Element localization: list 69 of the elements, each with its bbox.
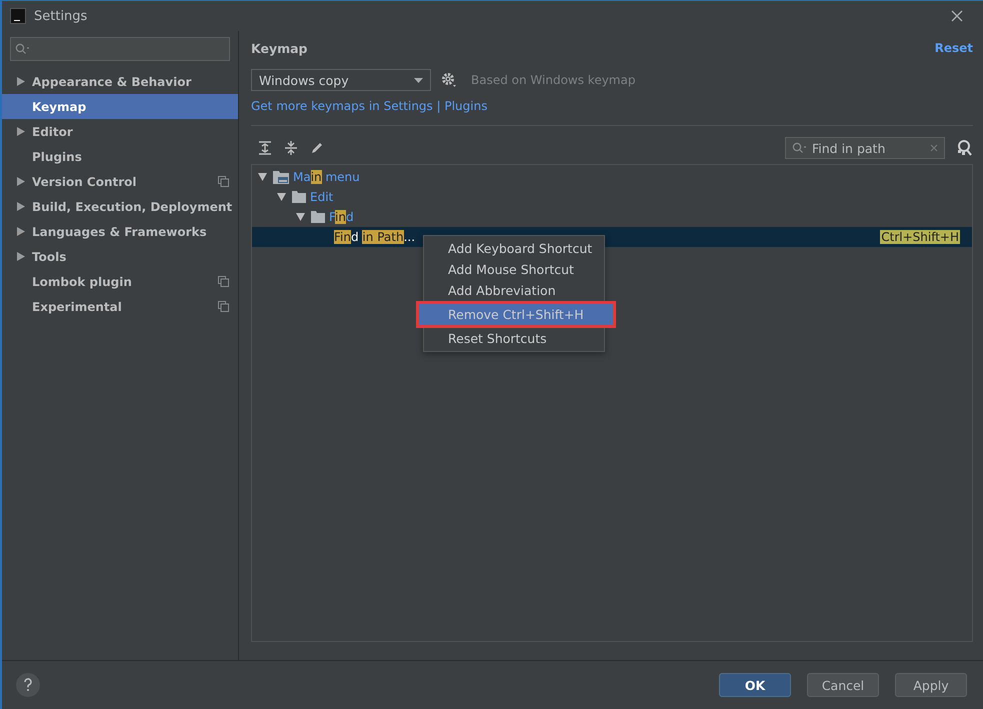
sidebar-item[interactable]: Appearance & Behavior <box>2 69 238 94</box>
sidebar-item[interactable]: Tools <box>2 244 238 269</box>
page-title: Keymap <box>251 40 308 56</box>
expand-arrow-icon[interactable] <box>17 177 25 186</box>
based-on-label: Based on Windows keymap <box>471 73 636 87</box>
gear-icon[interactable] <box>441 72 457 88</box>
collapse-all-icon[interactable] <box>283 140 299 156</box>
dropdown-arrow-icon <box>414 78 423 82</box>
tree-item-text: F <box>329 210 336 224</box>
expand-all-icon[interactable] <box>257 140 273 156</box>
collapse-arrow-icon[interactable] <box>277 193 286 201</box>
sidebar-item[interactable]: Keymap <box>2 94 238 119</box>
expand-arrow-icon[interactable] <box>17 252 25 261</box>
dialog-button[interactable]: Cancel <box>807 673 879 697</box>
folder-icon <box>292 191 306 203</box>
help-button[interactable] <box>16 673 40 697</box>
question-mark-icon <box>23 678 33 692</box>
close-icon[interactable] <box>951 10 963 22</box>
tree-item-text: F <box>334 230 340 244</box>
expand-arrow-icon[interactable] <box>17 202 25 211</box>
tree-item-text: Edit <box>310 190 334 204</box>
expand-arrow-icon[interactable] <box>17 227 25 236</box>
sidebar-item[interactable]: Plugins <box>2 144 238 169</box>
menu-item[interactable]: Reset Shortcuts <box>424 328 604 349</box>
reset-link[interactable]: Reset <box>934 41 973 55</box>
shortcut-label: Ctrl+Shift+H <box>880 230 960 244</box>
collapse-arrow-icon[interactable] <box>258 173 267 181</box>
tree-item-text: Path <box>377 230 404 244</box>
keymap-dropdown[interactable]: Windows copy <box>251 69 431 91</box>
sidebar-item[interactable]: Experimental <box>2 294 238 319</box>
tree-item-text: in <box>335 210 346 224</box>
copy-icon <box>218 276 229 287</box>
menu-item[interactable]: Add Abbreviation <box>424 280 604 301</box>
search-icon <box>792 142 808 154</box>
search-icon <box>15 43 31 55</box>
sidebar-item[interactable]: Version Control <box>2 169 238 194</box>
plugins-link[interactable]: Get more keymaps in Settings | Plugins <box>251 99 973 113</box>
copy-icon <box>218 301 229 312</box>
tree-item-text: menu <box>324 170 360 184</box>
tree-item-text: ... <box>404 230 416 244</box>
search-field[interactable] <box>10 37 230 61</box>
tree-item-text: in <box>340 230 351 244</box>
menu-item[interactable]: Remove Ctrl+Shift+H <box>419 304 613 325</box>
tree-row[interactable]: Edit <box>252 187 972 207</box>
menu-item[interactable]: Add Mouse Shortcut <box>424 259 604 280</box>
folder-icon <box>311 211 325 223</box>
tree-row[interactable]: Main menu <box>252 167 972 187</box>
expand-arrow-icon[interactable] <box>17 77 25 86</box>
copy-icon <box>218 176 229 187</box>
tree-row[interactable]: Find <box>252 207 972 227</box>
sidebar-item[interactable]: Languages & Frameworks <box>2 219 238 244</box>
sidebar-item[interactable]: Build, Execution, Deployment <box>2 194 238 219</box>
pencil-icon[interactable] <box>309 140 325 156</box>
tree-item-text: d <box>350 230 360 244</box>
collapse-arrow-icon[interactable] <box>296 213 305 221</box>
tree-item-text: d <box>346 210 354 224</box>
expand-arrow-icon[interactable] <box>17 127 25 136</box>
window-title: Settings <box>34 8 88 24</box>
tree-item-text: in <box>362 230 378 244</box>
tree-item-text: Ma <box>293 170 311 184</box>
tree-item-text: in <box>310 170 322 184</box>
search-field[interactable]: Find in path <box>785 137 945 159</box>
app-logo-icon <box>10 8 26 24</box>
dialog-button[interactable]: Apply <box>895 673 967 697</box>
menu-folder-icon <box>273 170 289 184</box>
sidebar-item[interactable]: Editor <box>2 119 238 144</box>
sidebar-item[interactable]: Lombok plugin <box>2 269 238 294</box>
dialog-button[interactable]: OK <box>719 673 791 697</box>
find-shortcut-icon[interactable] <box>955 139 973 157</box>
